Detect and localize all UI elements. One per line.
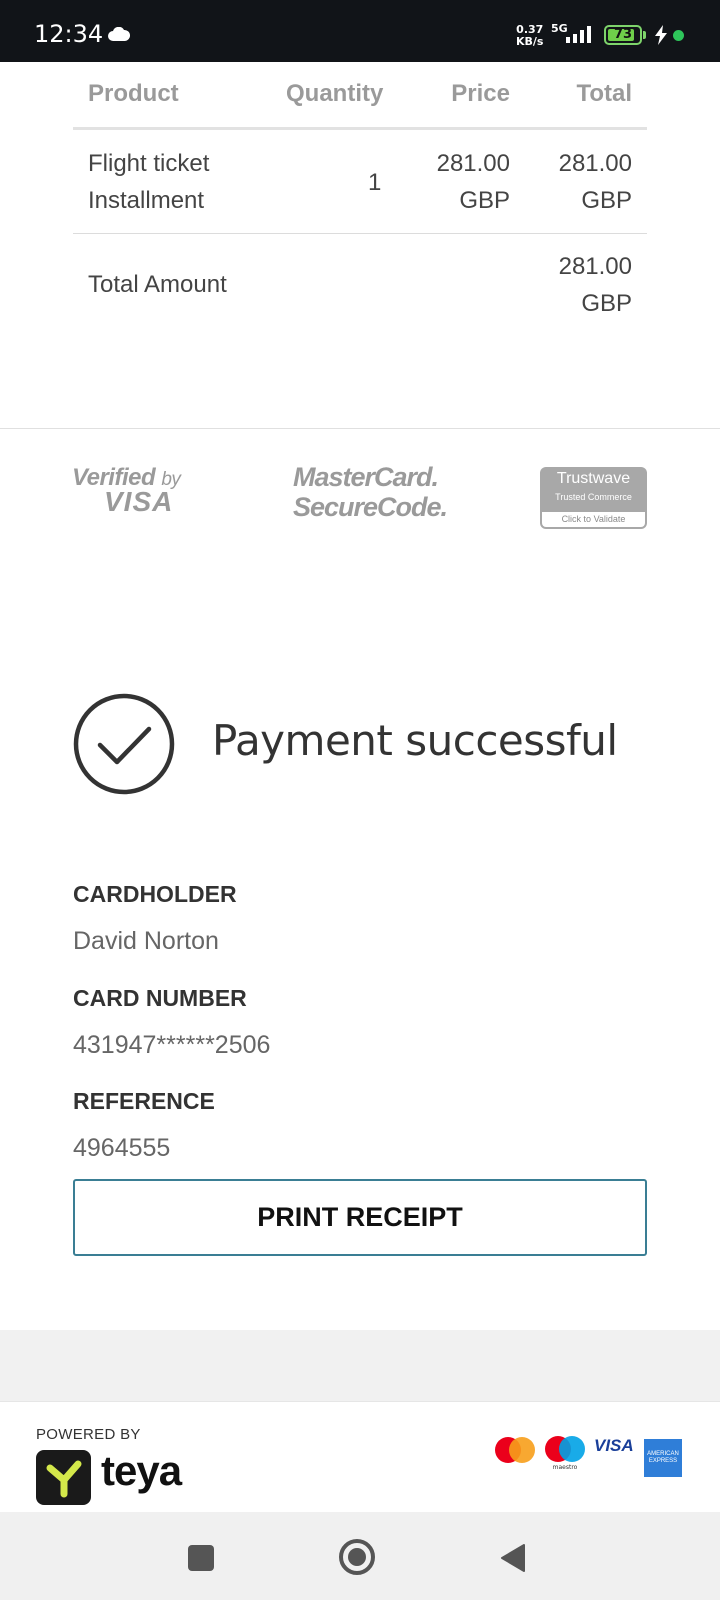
maestro-icon: maestro (543, 1435, 587, 1476)
cardholder-value: David Norton (73, 927, 219, 955)
header-product: Product (88, 80, 179, 107)
check-circle-icon (73, 693, 175, 800)
order-table: Product Quantity Price Total Flight tick… (73, 62, 647, 338)
trustwave-validate-link[interactable]: Click to Validate (542, 512, 645, 527)
row-price: 281.00 GBP (437, 145, 510, 219)
header-price: Price (451, 80, 510, 107)
price-amount: 281.00 (436, 150, 510, 177)
mc-line2: SecureCode. (293, 492, 448, 522)
section-divider (0, 428, 720, 429)
grand-total-amount: 281.00 (558, 253, 632, 280)
mastercard-icon (494, 1436, 536, 1469)
header-quantity: Quantity (286, 80, 384, 107)
table-header: Product Quantity Price Total (73, 62, 647, 130)
network-speed-unit: KB/s (516, 35, 544, 48)
verified-by-visa-logo: Verified by VISA (72, 464, 181, 518)
payment-status: Payment successful (212, 716, 618, 765)
visa-text: VISA (104, 486, 174, 517)
spacer-band (0, 1330, 720, 1402)
cloud-icon (108, 26, 131, 46)
battery-level: 73 (613, 27, 633, 42)
cardholder-label: CARDHOLDER (73, 881, 237, 907)
teya-brand-text: teya (101, 1447, 182, 1494)
grand-total-currency: GBP (581, 290, 632, 317)
system-nav-bar (0, 1512, 720, 1600)
print-receipt-button[interactable]: PRINT RECEIPT (73, 1179, 647, 1256)
back-nav-icon[interactable] (500, 1543, 526, 1578)
status-bar: 12:34 0.37 KB/s 5G 73 (0, 0, 720, 62)
teya-logo-icon (36, 1450, 91, 1505)
header-total: Total (576, 80, 632, 107)
battery-icon: 73 (604, 25, 642, 45)
total-amount: 281.00 (558, 150, 632, 177)
total-currency: GBP (581, 187, 632, 214)
total-amount-label: Total Amount (88, 271, 227, 298)
trustwave-sub: Trusted Commerce (555, 492, 632, 502)
price-currency: GBP (459, 187, 510, 214)
reference-value: 4964555 (73, 1134, 171, 1162)
powered-by-label: POWERED BY (36, 1426, 141, 1443)
signal-icon (566, 25, 596, 50)
product-name-line2: Installment (88, 187, 205, 214)
recents-nav-icon[interactable] (188, 1545, 214, 1571)
home-nav-icon[interactable] (338, 1538, 376, 1581)
amex-icon: AMERICAN EXPRESS (644, 1439, 682, 1477)
charging-icon (654, 25, 668, 50)
trustwave-name: Trustwave (556, 470, 631, 487)
maestro-label: maestro (553, 1464, 578, 1471)
row-product: Flight ticket Installment (88, 145, 209, 219)
battery-tip (643, 31, 646, 39)
row-quantity: 1 (368, 169, 382, 196)
total-amount-value: 281.00 GBP (559, 248, 632, 322)
trustwave-badge[interactable]: Trustwave Trusted Commerce Click to Vali… (540, 467, 647, 529)
status-time: 12:34 (34, 20, 104, 48)
card-number-value: 431947******2506 (73, 1031, 271, 1059)
network-speed: 0.37 KB/s (516, 24, 543, 48)
row-total: 281.00 GBP (559, 145, 632, 219)
table-row: Flight ticket Installment 1 281.00 GBP 2… (73, 130, 647, 234)
privacy-indicator-dot (673, 30, 684, 41)
reference-label: REFERENCE (73, 1088, 215, 1114)
mc-line1: MasterCard. (293, 462, 439, 492)
visa-icon: VISA (594, 1436, 634, 1455)
card-number-label: CARD NUMBER (73, 985, 247, 1011)
product-name-line1: Flight ticket (88, 150, 210, 177)
mastercard-securecode-logo: MasterCard. SecureCode. (293, 462, 448, 522)
table-footer: Total Amount 281.00 GBP (73, 234, 647, 338)
